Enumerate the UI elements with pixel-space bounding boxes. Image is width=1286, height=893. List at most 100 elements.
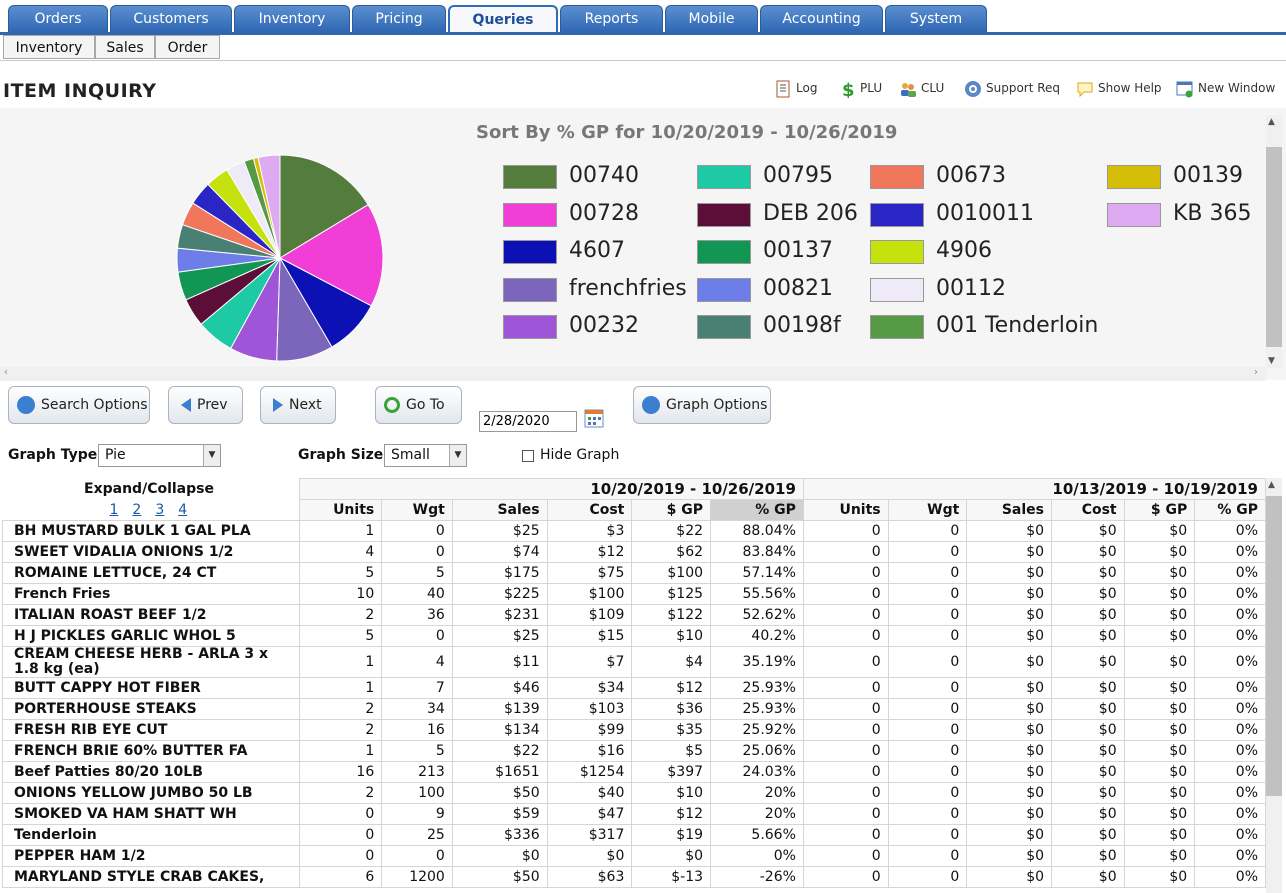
previous-value-cell: 0% <box>1194 824 1266 846</box>
table-row[interactable]: ONIONS YELLOW JUMBO 50 LB 2 100 $50 $40 $10 20… <box>2 782 1266 804</box>
previous-value-cell: 0 <box>887 541 968 563</box>
graph-vertical-scrollbar[interactable]: ▲ ▼ <box>1266 115 1282 368</box>
table-row[interactable]: French Fries 10 40 $225 $100 $125 55.56% 0 0 $0 $0… <box>2 583 1266 605</box>
table-row[interactable]: ITALIAN ROAST BEEF 1/2 2 36 $231 $109 $122 52.… <box>2 604 1266 626</box>
next-button[interactable]: Next <box>260 386 336 424</box>
col-gp-percent[interactable]: % GP <box>710 499 804 521</box>
current-value-cell: 25 <box>381 824 453 846</box>
show-help-label: Show Help <box>1098 81 1162 95</box>
subtab-sales[interactable]: Sales <box>95 35 155 59</box>
search-options-button[interactable]: Search Options <box>8 386 150 424</box>
prev-button[interactable]: Prev <box>168 386 243 424</box>
graph-size-select[interactable]: Small ▼ <box>384 444 467 467</box>
item-name-cell: ONIONS YELLOW JUMBO 50 LB <box>2 782 300 804</box>
table-row[interactable]: PORTERHOUSE STEAKS 2 34 $139 $103 $36 25.93% 0 0… <box>2 698 1266 720</box>
previous-value-cell: 0 <box>887 562 968 584</box>
table-row[interactable]: H J PICKLES GARLIC WHOL 5 5 0 $25 $15 $10 40.2… <box>2 625 1266 647</box>
col-cost-prev[interactable]: Cost <box>1051 499 1125 521</box>
calendar-icon[interactable] <box>584 408 604 428</box>
table-row[interactable]: PEPPER HAM 1/2 0 0 $0 $0 $0 0% 0 0 $0 $0 $0 0% <box>2 845 1266 867</box>
previous-value-cell: $0 <box>1123 803 1196 825</box>
graph-type-select[interactable]: Pie ▼ <box>98 444 221 467</box>
plu-link[interactable]: $ PLU <box>838 78 882 98</box>
previous-value-cell: $0 <box>1123 625 1196 647</box>
table-row[interactable]: CREAM CHEESE HERB - ARLA 3 x 1.8 kg (ea)… <box>2 646 1266 678</box>
item-name-cell: ROMAINE LETTUCE, 24 CT <box>2 562 300 584</box>
current-value-cell: 25.92% <box>710 719 804 741</box>
table-row[interactable]: MARYLAND STYLE CRAB CAKES, 6 1200 $50 $63 $-1… <box>2 866 1266 888</box>
support-request-link[interactable]: Support Req <box>964 78 1060 98</box>
current-value-cell: 0 <box>298 803 383 825</box>
tab-pricing[interactable]: Pricing <box>352 5 446 32</box>
item-name-cell: PORTERHOUSE STEAKS <box>2 698 300 720</box>
new-window-link[interactable]: New Window <box>1176 78 1275 98</box>
date-input[interactable] <box>479 411 577 432</box>
current-value-cell: $99 <box>546 719 633 741</box>
go-to-button[interactable]: Go To <box>375 386 462 424</box>
current-value-cell: 1 <box>298 520 383 542</box>
col-gp-dollar-prev[interactable]: $ GP <box>1123 499 1196 521</box>
col-wgt[interactable]: Wgt <box>381 499 453 521</box>
log-link[interactable]: Log <box>774 78 817 98</box>
previous-value-cell: 0% <box>1194 698 1266 720</box>
current-value-cell: $63 <box>546 866 633 888</box>
current-value-cell: $19 <box>631 824 712 846</box>
col-sales[interactable]: Sales <box>451 499 548 521</box>
previous-value-cell: $0 <box>1123 520 1196 542</box>
graph-horizontal-scrollbar[interactable]: ‹ › <box>0 367 1266 381</box>
tab-inventory[interactable]: Inventory <box>234 5 350 32</box>
table-row[interactable]: FRESH RIB EYE CUT 2 16 $134 $99 $35 25.92% 0 0 $0… <box>2 719 1266 741</box>
col-units-prev[interactable]: Units <box>802 499 889 521</box>
clu-link[interactable]: CLU <box>899 78 944 98</box>
page-title: ITEM INQUIRY <box>3 80 157 102</box>
page-link-3[interactable]: 3 <box>155 502 164 518</box>
page-link-4[interactable]: 4 <box>178 502 187 518</box>
current-value-cell: $0 <box>631 845 712 867</box>
tab-queries[interactable]: Queries <box>448 5 558 32</box>
right-arrow-icon <box>273 398 283 412</box>
col-cost[interactable]: Cost <box>546 499 633 521</box>
page-link-1[interactable]: 1 <box>110 502 119 518</box>
col-gp-percent-prev[interactable]: % GP <box>1194 499 1266 521</box>
table-row[interactable]: SWEET VIDALIA ONIONS 1/2 4 0 $74 $12 $62 83.84… <box>2 541 1266 563</box>
tab-customers[interactable]: Customers <box>110 5 232 32</box>
table-row[interactable]: SMOKED VA HAM SHATT WH 0 9 $59 $47 $12 20% 0 0 $0… <box>2 803 1266 825</box>
table-row[interactable]: Beef Patties 80/20 10LB 16 213 $1651 $1254 $3… <box>2 761 1266 783</box>
tab-accounting[interactable]: Accounting <box>760 5 883 32</box>
current-value-cell: $10 <box>631 625 712 647</box>
hide-graph-checkbox[interactable] <box>522 450 534 462</box>
previous-value-cell: $0 <box>966 625 1053 647</box>
previous-value-cell: 0% <box>1194 782 1266 804</box>
subtab-inventory[interactable]: Inventory <box>3 35 95 59</box>
current-value-cell: $10 <box>631 782 712 804</box>
table-row[interactable]: ROMAINE LETTUCE, 24 CT 5 5 $175 $75 $100 57.14… <box>2 562 1266 584</box>
col-gp-dollar[interactable]: $ GP <box>631 499 712 521</box>
previous-value-cell: 0 <box>887 824 968 846</box>
tab-mobile[interactable]: Mobile <box>665 5 758 32</box>
current-value-cell: 6 <box>298 866 383 888</box>
table-row[interactable]: BH MUSTARD BULK 1 GAL PLA 1 0 $25 $3 $22 88.04… <box>2 520 1266 542</box>
table-row[interactable]: FRENCH BRIE 60% BUTTER FA 1 5 $22 $16 $5 25.06… <box>2 740 1266 762</box>
col-wgt-prev[interactable]: Wgt <box>887 499 968 521</box>
col-units[interactable]: Units <box>298 499 383 521</box>
table-row[interactable]: Tenderloin 0 25 $336 $317 $19 5.66% 0 0 $0 $0 $0 0% <box>2 824 1266 846</box>
subtab-order[interactable]: Order <box>155 35 220 59</box>
table-vertical-scrollbar[interactable]: ▲ <box>1266 478 1282 893</box>
current-value-cell: $59 <box>451 803 548 825</box>
clu-label: CLU <box>921 81 945 95</box>
tab-reports[interactable]: Reports <box>560 5 663 32</box>
table-row[interactable]: BUTT CAPPY HOT FIBER 1 7 $46 $34 $12 25.93% 0 0 $… <box>2 677 1266 699</box>
graph-options-button[interactable]: Graph Options <box>633 386 771 424</box>
show-help-link[interactable]: Show Help <box>1076 78 1162 98</box>
current-value-cell: $75 <box>546 562 633 584</box>
previous-value-cell: $0 <box>1123 719 1196 741</box>
col-sales-prev[interactable]: Sales <box>966 499 1053 521</box>
tab-system[interactable]: System <box>885 5 987 32</box>
expand-collapse-link[interactable]: Expand/Collapse <box>84 481 214 497</box>
page-link-2[interactable]: 2 <box>132 502 141 518</box>
tab-orders[interactable]: Orders <box>8 5 108 32</box>
previous-value-cell: 0% <box>1194 646 1266 678</box>
previous-value-cell: 0% <box>1194 583 1266 605</box>
current-value-cell: 1 <box>298 646 383 678</box>
previous-value-cell: $0 <box>1123 646 1196 678</box>
